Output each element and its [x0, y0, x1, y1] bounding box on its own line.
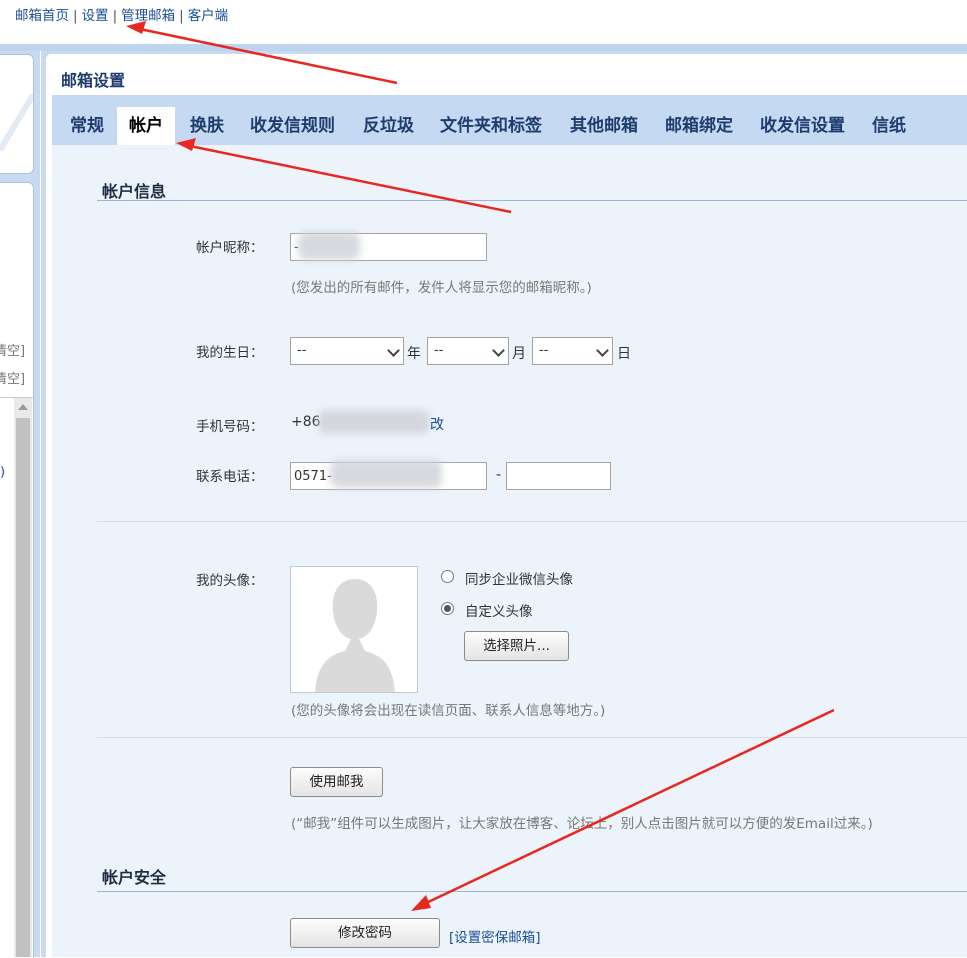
tab-anti-spam[interactable]: 反垃圾	[351, 107, 426, 145]
redaction-blur	[330, 460, 442, 488]
sync-wechat-avatar-label[interactable]: 同步企业微信头像	[465, 568, 573, 588]
nav-client[interactable]: 客户端	[188, 8, 229, 24]
birthday-label: 我的生日：	[196, 345, 264, 361]
nav-settings[interactable]: 设置	[82, 8, 109, 24]
section-divider	[97, 200, 967, 201]
mobile-label: 手机号码：	[196, 419, 264, 435]
birth-month-select[interactable]: --	[427, 337, 509, 365]
birth-day-value: --	[539, 343, 549, 358]
sidebar-clear-link-2[interactable]: 清空]	[0, 368, 25, 387]
sidebar-folder-count: )	[0, 465, 6, 480]
tab-account[interactable]: 帐户	[117, 107, 175, 145]
settings-content	[52, 145, 967, 957]
redaction-blur	[298, 232, 360, 260]
redaction-blur	[318, 410, 430, 434]
avatar-preview[interactable]	[290, 566, 418, 693]
tab-mail-rules[interactable]: 收发信规则	[238, 107, 347, 145]
section-title-account-info: 帐户信息	[102, 182, 167, 201]
tab-mailbox-binding[interactable]: 邮箱绑定	[653, 107, 745, 145]
phone-dash: -	[496, 467, 502, 483]
mailme-hint: (“邮我”组件可以生成图片，让大家放在博客、论坛上，别人点击图片就可以方便的发E…	[291, 816, 873, 832]
nickname-hint: (您发出的所有邮件，发件人将显示您的邮箱昵称。)	[291, 280, 592, 296]
mobile-prefix: +86	[291, 414, 321, 430]
radio-sync-wechat-avatar[interactable]	[441, 570, 454, 583]
chevron-down-icon	[387, 344, 400, 357]
sidebar-panel-top	[0, 54, 36, 174]
phone-label: 联系电话：	[196, 469, 264, 485]
divider	[97, 737, 967, 738]
tab-other-mailbox[interactable]: 其他邮箱	[558, 107, 650, 145]
birth-year-value: --	[297, 343, 307, 358]
choose-photo-button[interactable]: 选择照片...	[464, 631, 569, 661]
change-password-button[interactable]: 修改密码	[290, 918, 440, 948]
nav-manage-mailbox[interactable]: 管理邮箱	[121, 8, 175, 24]
birth-month-value: --	[434, 343, 444, 358]
phone-extension-input[interactable]	[506, 462, 611, 490]
tab-send-receive-settings[interactable]: 收发信设置	[748, 107, 857, 145]
top-blue-bar	[0, 44, 967, 51]
nickname-label: 帐户昵称：	[196, 240, 264, 256]
chevron-down-icon	[492, 344, 505, 357]
avatar-label: 我的头像：	[196, 573, 264, 589]
sidebar-scrollbar[interactable]	[14, 398, 32, 957]
custom-avatar-label[interactable]: 自定义头像	[465, 600, 533, 620]
tab-stationery[interactable]: 信纸	[860, 107, 918, 145]
birth-year-select[interactable]: --	[290, 337, 404, 365]
nav-separator: |	[73, 8, 78, 24]
mobile-change-link[interactable]: 改	[430, 414, 444, 434]
birth-day-select[interactable]: --	[532, 337, 613, 365]
nav-mail-home[interactable]: 邮箱首页	[15, 8, 69, 24]
use-mailme-button[interactable]: 使用邮我	[290, 767, 383, 797]
top-nav: 邮箱首页 | 设置 | 管理邮箱 | 客户端	[15, 4, 229, 24]
sidebar-clear-link-1[interactable]: 清空]	[0, 340, 25, 359]
divider	[97, 521, 967, 522]
day-unit: 日	[617, 346, 631, 362]
tab-skin[interactable]: 换肤	[178, 107, 236, 145]
nav-separator: |	[112, 8, 118, 24]
set-security-email-link[interactable]: [设置密保邮箱]	[449, 926, 541, 946]
chevron-down-icon	[596, 344, 609, 357]
section-divider	[97, 891, 967, 892]
radio-custom-avatar[interactable]	[441, 602, 454, 615]
year-unit: 年	[407, 346, 421, 362]
month-unit: 月	[512, 346, 526, 362]
tab-folders-labels[interactable]: 文件夹和标签	[428, 107, 554, 145]
avatar-hint: (您的头像将会出现在读信页面、联系人信息等地方。)	[291, 703, 606, 719]
page-title: 邮箱设置	[61, 71, 126, 90]
scroll-up-icon[interactable]	[18, 404, 28, 410]
scrollbar-thumb[interactable]	[16, 418, 30, 957]
tab-general[interactable]: 常规	[58, 107, 116, 145]
section-title-account-security: 帐户安全	[102, 868, 167, 887]
sidebar-graphic	[0, 93, 36, 152]
default-avatar-icon	[315, 579, 395, 692]
nav-separator: |	[179, 8, 184, 24]
